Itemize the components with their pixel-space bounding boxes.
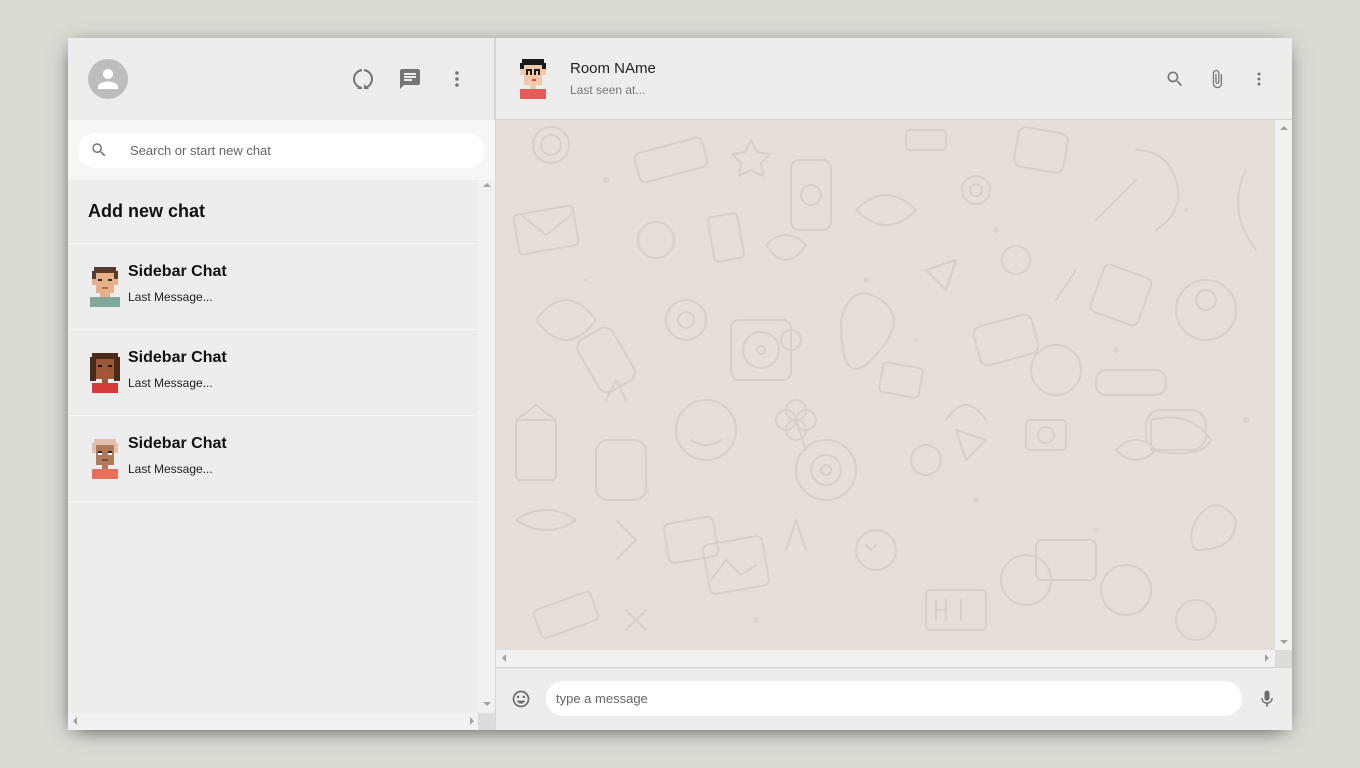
chat-last-message: Last Message... — [128, 462, 213, 476]
person-icon — [98, 69, 118, 89]
chat-info: Sidebar Chat Last Message... — [128, 435, 227, 476]
user-avatar[interactable] — [88, 59, 128, 99]
app-window: Add new chat — [68, 38, 1292, 730]
search-icon — [1167, 71, 1183, 86]
sidebar-chats: Add new chat Sidebar Chat Last Message..… — [68, 180, 495, 730]
chat-list: Add new chat Sidebar Chat Last Message..… — [68, 180, 479, 502]
pixel-avatar-3 — [92, 438, 118, 479]
mic-icon — [1261, 690, 1273, 706]
scroll-left-arrow-icon[interactable] — [73, 717, 77, 725]
sidebar-chat-item[interactable]: Sidebar Chat Last Message... — [68, 416, 479, 502]
sidebar-chat-item[interactable]: Sidebar Chat Last Message... — [68, 244, 479, 330]
scroll-down-arrow-icon[interactable] — [1280, 640, 1288, 644]
search-container — [78, 132, 485, 168]
add-new-chat-label: Add new chat — [88, 201, 206, 221]
status-button[interactable] — [339, 59, 386, 99]
message-input[interactable] — [546, 681, 1242, 716]
chat-info: Sidebar Chat Last Message... — [128, 349, 227, 390]
new-chat-button[interactable] — [386, 59, 433, 99]
scroll-right-arrow-icon[interactable] — [1265, 654, 1269, 662]
chat-name: Sidebar Chat — [128, 435, 227, 452]
add-new-chat-button[interactable]: Add new chat — [68, 180, 479, 244]
chat-header-icons — [1154, 59, 1280, 99]
more-vert-icon — [454, 71, 459, 87]
sidebar-menu-button[interactable] — [433, 59, 480, 99]
pixel-avatar-2 — [90, 352, 120, 393]
chat-last-message: Last Message... — [128, 376, 213, 390]
chat-last-message: Last Message... — [128, 290, 213, 304]
scrollbar-corner — [1275, 650, 1292, 667]
mic-button[interactable] — [1252, 679, 1282, 719]
chat-body[interactable] — [496, 120, 1275, 650]
chat-panel: Room NAme Last seen at... — [496, 38, 1292, 730]
room-name: Room NAme — [570, 60, 656, 77]
attach-icon — [1212, 69, 1222, 88]
scroll-right-arrow-icon[interactable] — [470, 717, 474, 725]
sidebar-header-icons — [339, 59, 480, 99]
chat-name: Sidebar Chat — [128, 349, 227, 366]
chat-horizontal-scrollbar[interactable] — [496, 650, 1275, 667]
sidebar-horizontal-scrollbar[interactable] — [68, 713, 479, 730]
message-form — [546, 681, 1242, 716]
scroll-up-arrow-icon[interactable] — [1280, 126, 1288, 130]
sidebar-header — [68, 38, 495, 120]
chat-header: Room NAme Last seen at... — [496, 38, 1292, 120]
emoji-icon — [512, 690, 530, 707]
chat-name: Sidebar Chat — [128, 263, 227, 280]
chat-vertical-scrollbar[interactable] — [1275, 120, 1292, 650]
attach-button[interactable] — [1196, 59, 1238, 99]
last-seen: Last seen at... — [570, 83, 646, 97]
chat-background-pattern — [512, 126, 1257, 641]
chat-menu-button[interactable] — [1238, 59, 1280, 99]
scroll-down-arrow-icon[interactable] — [483, 702, 491, 706]
more-vert-icon — [1257, 72, 1261, 85]
sidebar-chat-item[interactable]: Sidebar Chat Last Message... — [68, 330, 479, 416]
sidebar: Add new chat — [68, 38, 496, 730]
chat-footer — [496, 667, 1292, 729]
sidebar-vertical-scrollbar[interactable] — [478, 180, 495, 713]
chat-header-info: Room NAme Last seen at... — [550, 60, 1154, 97]
pixel-avatar-1 — [90, 266, 120, 307]
scrollbar-corner — [478, 713, 495, 730]
search-icon — [92, 143, 106, 157]
emoji-button[interactable] — [506, 679, 536, 719]
sidebar-search — [68, 120, 495, 180]
chat-icon — [399, 69, 420, 89]
chat-info: Sidebar Chat Last Message... — [128, 263, 227, 304]
search-input[interactable] — [130, 142, 430, 158]
scroll-up-arrow-icon[interactable] — [483, 183, 491, 187]
chat-body-container — [496, 120, 1292, 667]
room-avatar[interactable] — [516, 58, 550, 99]
search-chat-button[interactable] — [1154, 59, 1196, 99]
scroll-left-arrow-icon[interactable] — [502, 654, 506, 662]
status-icon — [352, 69, 373, 89]
